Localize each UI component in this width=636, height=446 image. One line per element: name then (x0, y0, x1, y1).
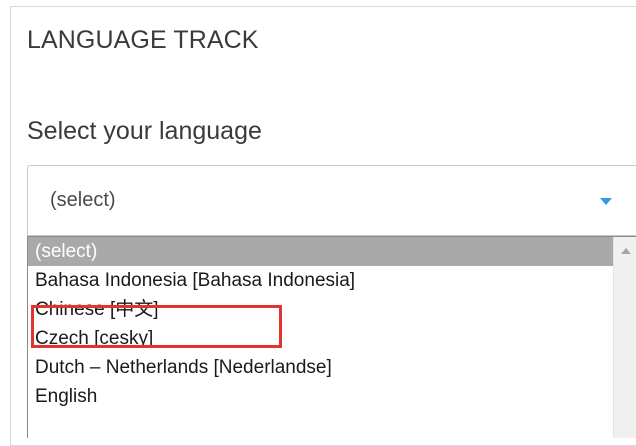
panel-title: LANGUAGE TRACK (27, 26, 259, 54)
language-prompt: Select your language (27, 117, 262, 145)
language-options-list[interactable]: (select) Bahasa Indonesia [Bahasa Indone… (27, 236, 636, 438)
dropdown-scrollbar[interactable] (613, 237, 636, 438)
option-dutch-netherlands[interactable]: Dutch – Netherlands [Nederlandse] (28, 353, 613, 382)
option-english[interactable]: English (28, 382, 613, 411)
option-czech[interactable]: Czech [cesky] (28, 324, 613, 353)
option-chinese[interactable]: Chinese [中文] (28, 295, 613, 324)
option-bahasa-indonesia[interactable]: Bahasa Indonesia [Bahasa Indonesia] (28, 266, 613, 295)
language-select-value: (select) (50, 189, 116, 211)
option-select[interactable]: (select) (28, 237, 613, 266)
arrow-up-icon[interactable] (621, 248, 631, 254)
language-select[interactable]: (select) (27, 165, 636, 236)
chevron-down-icon (600, 198, 612, 205)
